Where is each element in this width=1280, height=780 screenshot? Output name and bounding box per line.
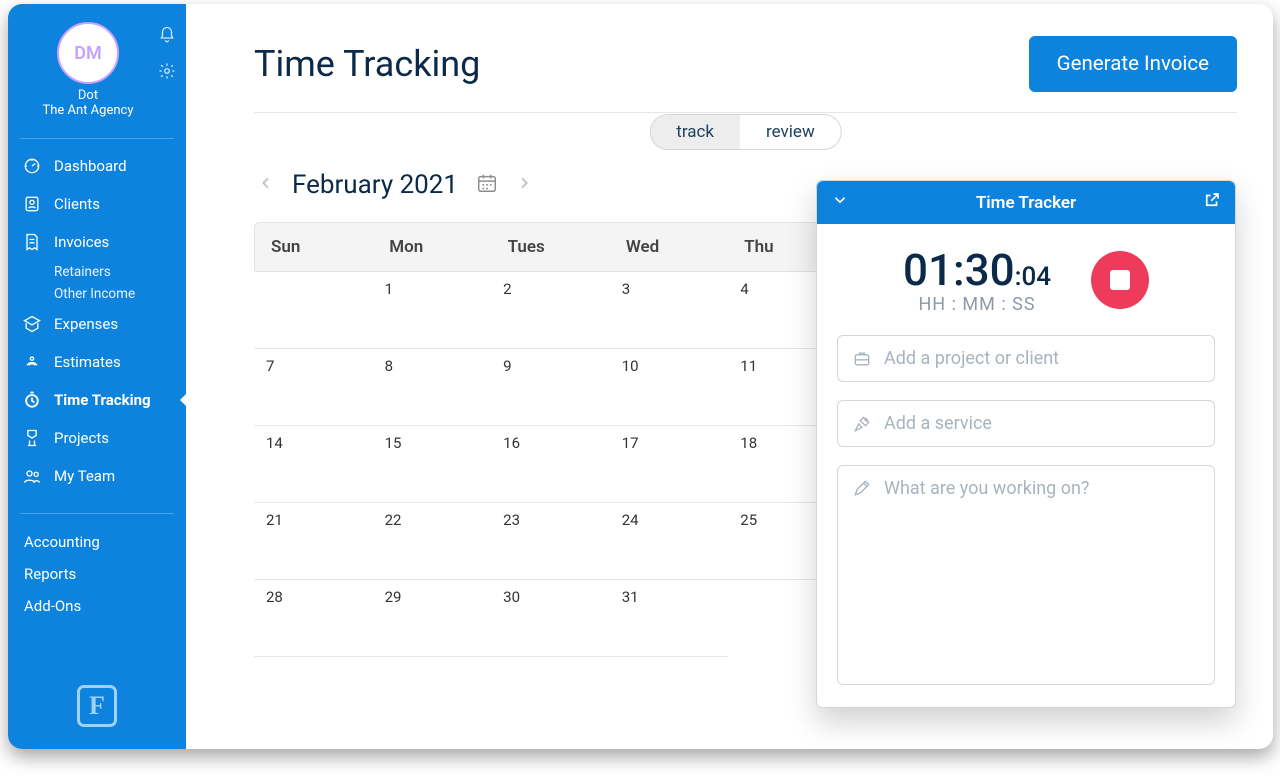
calendar-day[interactable]: 8 <box>373 349 492 426</box>
calendar-day[interactable]: 1 <box>373 272 492 349</box>
sidebar-sub-retainers[interactable]: Retainers <box>8 261 186 283</box>
sidebar-nav: Dashboard Clients Invoices Retainers Oth… <box>8 143 186 499</box>
tab-review[interactable]: review <box>740 115 841 149</box>
calendar-day[interactable]: 3 <box>610 272 729 349</box>
collapse-tracker-button[interactable] <box>831 191 849 214</box>
sidebar-bottom: Accounting Reports Add-Ons <box>8 518 186 630</box>
calendar-day[interactable]: 10 <box>610 349 729 426</box>
generate-invoice-button[interactable]: Generate Invoice <box>1029 36 1237 92</box>
project-input[interactable] <box>884 348 1200 369</box>
clients-icon <box>22 194 42 214</box>
popout-icon <box>1203 191 1221 209</box>
calendar-day[interactable]: 24 <box>610 503 729 580</box>
sidebar-sub-other-income[interactable]: Other Income <box>8 283 186 305</box>
projects-icon <box>22 428 42 448</box>
notes-input-wrap[interactable] <box>837 465 1215 685</box>
calendar-day[interactable]: 30 <box>491 580 610 657</box>
calendar-day[interactable]: 9 <box>491 349 610 426</box>
sidebar-item-label: Projects <box>54 429 109 447</box>
service-input[interactable] <box>884 413 1200 434</box>
sidebar-item-invoices[interactable]: Invoices <box>8 223 186 261</box>
weekday-header: Tues <box>492 223 610 271</box>
calendar-day[interactable]: 7 <box>254 349 373 426</box>
sidebar: DM Dot The Ant Agency Dashboard Clients … <box>8 4 186 749</box>
sidebar-item-reports[interactable]: Reports <box>24 558 170 590</box>
sidebar-item-label: Clients <box>54 195 100 213</box>
invoices-icon <box>22 232 42 252</box>
stop-icon <box>1110 270 1130 290</box>
dashboard-icon <box>22 156 42 176</box>
sidebar-item-label: My Team <box>54 467 115 485</box>
view-toggle: track review <box>649 114 841 150</box>
sidebar-item-my-team[interactable]: My Team <box>8 457 186 495</box>
tab-track[interactable]: track <box>650 115 740 149</box>
calendar-day[interactable]: 14 <box>254 426 373 503</box>
sidebar-item-projects[interactable]: Projects <box>8 419 186 457</box>
calendar-day[interactable]: 29 <box>373 580 492 657</box>
expenses-icon <box>22 314 42 334</box>
date-picker-button[interactable] <box>476 172 498 198</box>
calendar-day[interactable]: 23 <box>491 503 610 580</box>
calendar-day[interactable]: 2 <box>491 272 610 349</box>
month-label: February 2021 <box>292 170 458 200</box>
weekday-header: Sun <box>255 223 373 271</box>
tracker-time-legend: HH : MM : SS <box>903 294 1051 315</box>
company-name: The Ant Agency <box>18 103 158 118</box>
bell-icon[interactable] <box>158 26 176 48</box>
prev-month-button[interactable] <box>258 175 274 195</box>
next-month-button[interactable] <box>516 175 532 195</box>
team-icon <box>22 466 42 486</box>
calendar-icon <box>476 172 498 194</box>
popout-tracker-button[interactable] <box>1203 191 1221 214</box>
chevron-left-icon <box>258 175 274 191</box>
chevron-right-icon <box>516 175 532 191</box>
chevron-down-icon <box>831 191 849 209</box>
sidebar-item-accounting[interactable]: Accounting <box>24 526 170 558</box>
tracker-elapsed-time: 01:30:04 <box>903 244 1051 296</box>
sidebar-item-dashboard[interactable]: Dashboard <box>8 147 186 185</box>
calendar-day[interactable]: 21 <box>254 503 373 580</box>
sidebar-item-label: Dashboard <box>54 157 127 175</box>
weekday-header: Mon <box>373 223 491 271</box>
calendar-day[interactable]: 17 <box>610 426 729 503</box>
sidebar-item-time-tracking[interactable]: Time Tracking <box>8 381 186 419</box>
calendar-day[interactable]: 22 <box>373 503 492 580</box>
calendar-day[interactable]: 15 <box>373 426 492 503</box>
sidebar-item-estimates[interactable]: Estimates <box>8 343 186 381</box>
project-input-wrap[interactable] <box>837 335 1215 382</box>
clock-icon <box>22 390 42 410</box>
estimates-icon <box>22 352 42 372</box>
project-icon <box>852 349 872 369</box>
weekday-header: Wed <box>610 223 728 271</box>
calendar-day[interactable]: 28 <box>254 580 373 657</box>
gear-icon[interactable] <box>158 62 176 84</box>
pencil-icon <box>852 478 872 498</box>
tracker-title: Time Tracker <box>976 193 1076 213</box>
sidebar-item-clients[interactable]: Clients <box>8 185 186 223</box>
sidebar-item-label: Expenses <box>54 315 118 333</box>
time-tracker-widget: Time Tracker 01:30:04 HH : MM : SS <box>816 180 1236 708</box>
notes-input[interactable] <box>884 478 1200 672</box>
page-title: Time Tracking <box>254 43 480 85</box>
sidebar-item-label: Invoices <box>54 233 109 251</box>
sidebar-item-label: Estimates <box>54 353 121 371</box>
calendar-day[interactable]: 16 <box>491 426 610 503</box>
user-name: Dot <box>18 88 158 103</box>
sidebar-item-expenses[interactable]: Expenses <box>8 305 186 343</box>
sidebar-item-addons[interactable]: Add-Ons <box>24 590 170 622</box>
calendar-day[interactable]: 31 <box>610 580 729 657</box>
user-avatar[interactable]: DM <box>57 22 119 84</box>
calendar-cell-blank <box>254 272 373 349</box>
app-logo: F <box>8 665 186 749</box>
service-icon <box>852 414 872 434</box>
stop-timer-button[interactable] <box>1091 251 1149 309</box>
sidebar-item-label: Time Tracking <box>54 391 151 409</box>
service-input-wrap[interactable] <box>837 400 1215 447</box>
